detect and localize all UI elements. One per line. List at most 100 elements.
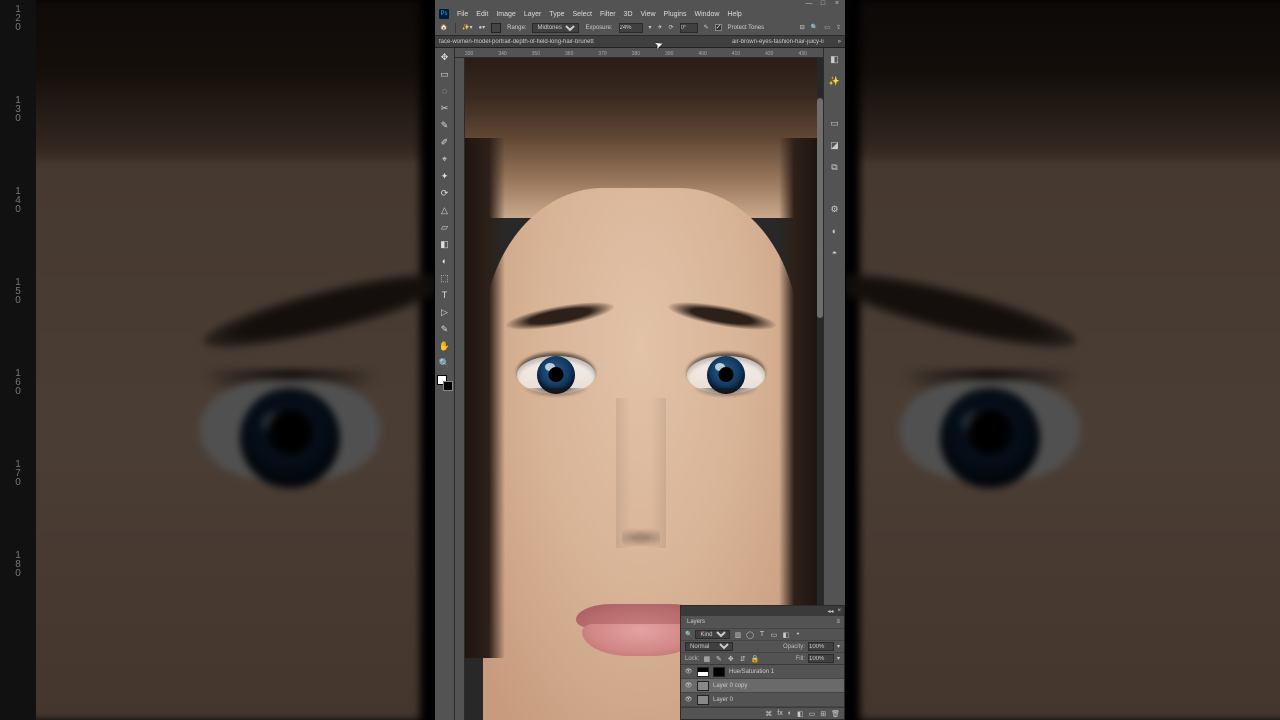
tool-preset-icon[interactable]: ✨▾ xyxy=(462,24,472,31)
lock-artboard-icon[interactable]: ⇵ xyxy=(738,654,747,663)
vertical-scrollbar[interactable] xyxy=(817,98,823,318)
brush-preset-icon[interactable]: ●▾ xyxy=(478,24,485,31)
eyedropper-tool[interactable]: ✎ xyxy=(438,118,452,132)
filter-toggle-icon[interactable]: • xyxy=(793,630,802,639)
layers-tab[interactable]: Layers xyxy=(681,616,711,628)
dodge-tool[interactable]: ◐ xyxy=(438,254,452,268)
rail-color-icon[interactable]: ◧ xyxy=(828,52,842,66)
document-tab-1[interactable]: face-women-model-portrait-depth-of-field… xyxy=(439,39,594,45)
opacity-input[interactable] xyxy=(808,642,834,651)
layer-thumbnail[interactable] xyxy=(697,667,709,677)
lock-transparency-icon[interactable]: ▦ xyxy=(702,654,711,663)
pressure-icon[interactable]: ✎ xyxy=(704,24,709,31)
group-icon[interactable]: ▭ xyxy=(809,710,816,718)
shape-tool[interactable]: ✎ xyxy=(438,322,452,336)
layer-thumbnail[interactable] xyxy=(697,695,709,705)
visibility-icon[interactable]: 👁 xyxy=(684,668,693,675)
panel-menu-icon[interactable]: ≡ xyxy=(832,619,844,625)
link-layers-icon[interactable]: ⌘ xyxy=(765,710,772,718)
layer-mask-thumbnail[interactable] xyxy=(713,667,725,677)
color-swatches[interactable] xyxy=(437,375,453,391)
rail-swatches-icon[interactable]: ▭ xyxy=(828,116,842,130)
home-icon[interactable]: 🏠 xyxy=(439,23,449,33)
lock-position-icon[interactable]: ✥ xyxy=(726,654,735,663)
panel-collapse-icon[interactable]: ◂◂ xyxy=(827,608,833,615)
exposure-input[interactable] xyxy=(619,23,643,33)
lock-image-icon[interactable]: ✎ xyxy=(714,654,723,663)
protect-tones-checkbox[interactable] xyxy=(715,24,722,31)
layer-row[interactable]: 👁 Layer 0 copy xyxy=(681,679,844,693)
type-tool[interactable]: T xyxy=(438,288,452,302)
new-layer-icon[interactable]: ⊞ xyxy=(820,710,826,718)
horizontal-ruler[interactable]: 330340350 360370380 390400410 420430 xyxy=(455,48,823,58)
menu-plugins[interactable]: Plugins xyxy=(664,11,687,18)
menu-file[interactable]: File xyxy=(457,11,468,18)
filter-smart-icon[interactable]: ◧ xyxy=(781,630,790,639)
layer-fx-icon[interactable]: fx xyxy=(777,710,782,717)
airbrush-icon[interactable]: ✈ xyxy=(658,24,663,31)
filter-search-icon[interactable]: 🔍 xyxy=(685,631,692,638)
rail-properties-icon[interactable]: ⚙ xyxy=(828,202,842,216)
fill-input[interactable] xyxy=(808,654,834,663)
rail-adjust-icon[interactable]: ✨ xyxy=(828,74,842,88)
menu-select[interactable]: Select xyxy=(573,11,592,18)
menu-type[interactable]: Type xyxy=(549,11,564,18)
background-color[interactable] xyxy=(443,381,453,391)
menu-help[interactable]: Help xyxy=(727,11,741,18)
filter-pixel-icon[interactable]: ▥ xyxy=(733,630,742,639)
history-brush-tool[interactable]: ⟳ xyxy=(438,186,452,200)
rail-history-icon[interactable]: ◐ xyxy=(828,224,842,238)
menu-edit[interactable]: Edit xyxy=(476,11,488,18)
delete-layer-icon[interactable]: 🗑 xyxy=(831,710,840,718)
eraser-tool[interactable]: △ xyxy=(438,203,452,217)
share-icon[interactable]: ⇪ xyxy=(836,24,841,31)
hand-tool[interactable]: ✋ xyxy=(438,339,452,353)
panel-close-icon[interactable]: × xyxy=(837,608,841,614)
vertical-ruler[interactable] xyxy=(455,58,465,720)
adjustment-layer-icon[interactable]: ◧ xyxy=(797,710,804,718)
visibility-icon[interactable]: 👁 xyxy=(684,696,693,703)
lasso-tool[interactable]: ◌ xyxy=(438,84,452,98)
layer-name[interactable]: Layer 0 copy xyxy=(713,683,747,689)
maximize-button[interactable]: □ xyxy=(817,0,829,7)
rail-channels-icon[interactable]: ⧉ xyxy=(828,160,842,174)
workspace-icon[interactable]: ▭ xyxy=(824,24,830,31)
angle-input[interactable] xyxy=(680,23,698,33)
rail-paths-icon[interactable]: ◓ xyxy=(828,246,842,260)
menu-window[interactable]: Window xyxy=(695,11,720,18)
menu-filter[interactable]: Filter xyxy=(600,11,616,18)
filter-type-icon[interactable]: T xyxy=(757,630,766,639)
layer-name[interactable]: Hue/Saturation 1 xyxy=(729,669,774,675)
rail-libraries-icon[interactable]: ◪ xyxy=(828,138,842,152)
crop-tool[interactable]: ✂ xyxy=(438,101,452,115)
menu-image[interactable]: Image xyxy=(496,11,515,18)
filter-shape-icon[interactable]: ▭ xyxy=(769,630,778,639)
blend-mode-select[interactable]: Normal xyxy=(685,642,733,651)
healing-tool[interactable]: ⌖ xyxy=(438,152,452,166)
cloud-docs-icon[interactable]: ⊟ xyxy=(800,24,805,31)
filter-adjust-icon[interactable]: ◯ xyxy=(745,630,754,639)
brush-preview-icon[interactable] xyxy=(491,23,501,33)
layer-row[interactable]: 👁 Layer 0 xyxy=(681,693,844,707)
menu-view[interactable]: View xyxy=(641,11,656,18)
search-icon[interactable]: 🔍 xyxy=(811,24,818,31)
minimize-button[interactable]: — xyxy=(803,0,815,7)
visibility-icon[interactable]: 👁 xyxy=(684,682,693,689)
move-tool[interactable]: ✥ xyxy=(438,50,452,64)
close-button[interactable]: × xyxy=(831,0,843,7)
pen-tool[interactable]: ⬚ xyxy=(438,271,452,285)
layer-name[interactable]: Layer 0 xyxy=(713,697,733,703)
blur-tool[interactable]: ◧ xyxy=(438,237,452,251)
gradient-tool[interactable]: ▱ xyxy=(438,220,452,234)
path-tool[interactable]: ▷ xyxy=(438,305,452,319)
range-select[interactable]: Midtones xyxy=(532,23,579,33)
menu-3d[interactable]: 3D xyxy=(624,11,633,18)
zoom-tool[interactable]: 🔍 xyxy=(438,356,452,370)
marquee-tool[interactable]: ▭ xyxy=(438,67,452,81)
tab-overflow-icon[interactable]: » xyxy=(838,39,841,45)
menu-layer[interactable]: Layer xyxy=(524,11,542,18)
layer-mask-icon[interactable]: ◐ xyxy=(788,710,792,717)
brush-tool[interactable]: ✐ xyxy=(438,135,452,149)
document-tab-2[interactable]: air-brown-eyes-fashion-hair-juicy-li xyxy=(732,39,824,45)
lock-all-icon[interactable]: 🔒 xyxy=(750,654,759,663)
